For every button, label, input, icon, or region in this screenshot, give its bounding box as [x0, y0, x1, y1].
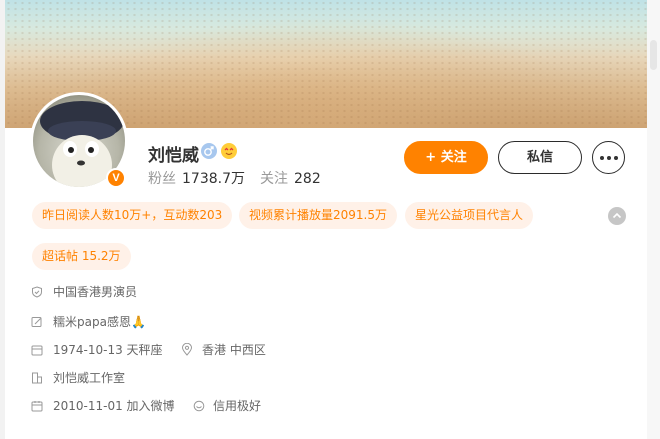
more-dot-icon [614, 156, 618, 160]
follow-button[interactable]: + 关注 [404, 141, 488, 174]
bio-text: 糯米papa感恩🙏 [53, 315, 146, 329]
male-icon [201, 143, 217, 159]
more-dot-icon [600, 156, 604, 160]
info-birthday: 1974-10-13 天秤座 香港 中西区 [31, 342, 331, 358]
credit-icon [193, 400, 205, 412]
fans-value: 1738.7万 [182, 171, 245, 187]
following-count[interactable]: 关注 282 [260, 168, 321, 188]
page-scrollbar[interactable] [647, 0, 660, 439]
info-joined: 2010-11-01 加入微博 信用极好 [31, 398, 331, 414]
credit-text[interactable]: 信用极好 [213, 398, 261, 414]
profile-card: V 刘恺威 粉丝 1738.7万 关注 282 + 关注 私信 昨日阅读人数10万+… [5, 0, 647, 439]
company-text[interactable]: 刘恺威工作室 [53, 370, 125, 386]
avatar-container[interactable]: V [30, 92, 128, 190]
location-pin-icon [181, 343, 193, 356]
verified-badge-icon: V [106, 168, 126, 188]
scrollbar-thumb[interactable] [650, 40, 657, 70]
calendar-icon [31, 401, 43, 412]
more-dot-icon [607, 156, 611, 160]
joined-text: 2010-11-01 加入微博 [53, 399, 175, 413]
calendar-icon [31, 345, 43, 356]
info-company: 刘恺威工作室 [31, 370, 331, 386]
tag-supertopic[interactable]: 超话帖 15.2万 [32, 243, 131, 270]
message-button[interactable]: 私信 [498, 141, 582, 174]
tag-video-plays[interactable]: 视频累计播放量2091.5万 [239, 202, 397, 229]
shield-icon [32, 286, 42, 298]
profile-name: 刘恺威 [148, 146, 199, 166]
fans-label: 粉丝 [148, 171, 176, 187]
tag-charity[interactable]: 星光公益项目代言人 [405, 202, 534, 229]
birthday-text: 1974-10-13 天秤座 [53, 343, 163, 357]
info-bio: 糯米papa感恩🙏 [31, 314, 331, 330]
tag-reading-stats[interactable]: 昨日阅读人数10万+，互动数203 [32, 202, 233, 229]
location-text: 香港 中西区 [202, 343, 266, 357]
chevron-up-icon[interactable] [608, 207, 626, 225]
edit-icon [31, 317, 42, 327]
vip-emoji-icon [221, 143, 237, 159]
building-icon [32, 372, 42, 384]
fans-count[interactable]: 粉丝 1738.7万 [148, 168, 245, 188]
following-value: 282 [294, 171, 321, 187]
more-options-button[interactable] [592, 141, 625, 174]
following-label: 关注 [260, 171, 288, 187]
identity-text: 中国香港男演员 [53, 285, 138, 299]
info-identity: 中国香港男演员 [31, 284, 331, 300]
